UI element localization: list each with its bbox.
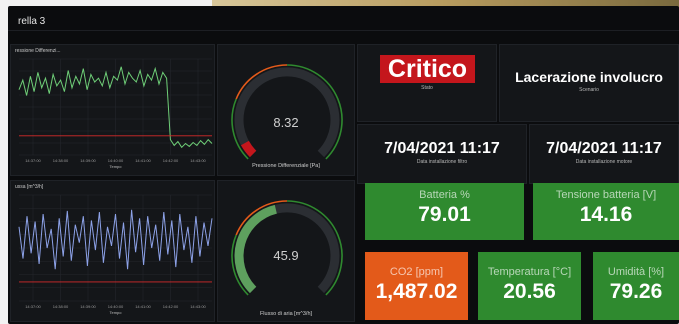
motor-install-date: 7/04/2021 11:17 [546,140,662,157]
motor-install-panel[interactable]: 7/04/2021 11:17 Data installazione motor… [529,124,679,184]
scenario-sub-label: Scenario [579,87,599,93]
battery-value: 79.01 [418,203,471,226]
scenario-value: Lacerazione involucro [515,69,663,85]
x-tick-label: 14:43:00 [190,158,206,163]
status-sub-label: Stato [421,85,433,91]
airflow-chart[interactable]: 14:37:00 14:38:00 14:39:00 14:40:00 14:41:00… [11,181,216,323]
co2-value: 1,487.02 [375,280,458,303]
dashboard-window: rella 3 ressione Differenzi... 14:37:00 1… [8,6,679,324]
x-tick-label: 14:40:00 [108,304,124,309]
battery-tile[interactable]: Batteria % 79.01 [365,183,524,240]
temperature-tile[interactable]: Temperatura [°C] 20.56 [478,252,581,320]
x-axis-title: Tempo [109,310,122,315]
airflow-gauge-panel[interactable]: 45.9 Flusso di aria [m^3/h] [217,180,355,322]
co2-label: CO2 [ppm] [389,266,444,278]
filter-install-sub-label: Data installazione filtro [416,159,468,165]
x-tick-label: 14:37:00 [25,158,41,163]
x-tick-label: 14:39:00 [80,304,96,309]
dashboard-title: rella 3 [18,16,46,27]
temperature-label: Temperatura [°C] [487,266,572,278]
humidity-value: 79.26 [609,280,663,303]
scenario-panel[interactable]: Lacerazione involucro Scenario [499,44,679,122]
gauge-value-arc [240,140,257,158]
x-tick-label: 14:41:00 [135,304,151,309]
temperature-value: 20.56 [503,280,556,303]
x-tick-label: 14:38:00 [53,304,69,309]
pressure-gauge-value: 8.32 [273,115,299,130]
motor-install-sub-label: Data installazione motore [575,159,633,165]
airflow-gauge-value: 45.9 [273,248,299,263]
battery-label: Batteria % [419,189,470,201]
voltage-value: 14.16 [579,203,633,226]
x-tick-label: 14:43:00 [190,304,206,309]
x-tick-label: 14:40:00 [108,158,124,163]
x-tick-label: 14:37:00 [25,304,41,309]
humidity-label: Umidità [%] [607,266,665,278]
status-badge: Critico [380,55,475,83]
x-axis-title: Tempo [109,164,122,169]
pressure-gauge-label: Pressione Differenziale [Pa] [252,163,320,169]
voltage-tile[interactable]: Tensione batteria [V] 14.16 [533,183,679,240]
header-divider [8,30,679,31]
x-tick-label: 14:42:00 [163,158,179,163]
x-tick-label: 14:41:00 [135,158,151,163]
airflow-gauge-label: Flusso di aria [m^3/h] [259,311,313,317]
pressure-chart-panel[interactable]: ressione Differenzi... 14:37:00 14:38:00 1… [10,44,215,176]
status-panel[interactable]: Critico Stato [357,44,497,122]
gauge-track [234,67,340,158]
x-tick-label: 14:39:00 [80,158,96,163]
airflow-chart-panel[interactable]: ussa [m^3/h] 14:37:00 14:38:00 14:39:00 14:… [10,180,215,322]
pressure-gauge [231,64,343,160]
pressure-gauge-panel[interactable]: 8.32 Pressione Differenziale [Pa] [217,44,355,176]
co2-tile[interactable]: CO2 [ppm] 1,487.02 [365,252,468,320]
filter-install-panel[interactable]: 7/04/2021 11:17 Data installazione filtr… [357,124,527,184]
voltage-label: Tensione batteria [V] [555,189,657,201]
humidity-tile[interactable]: Umidità [%] 79.26 [593,252,679,320]
x-tick-label: 14:38:00 [53,158,69,163]
x-tick-label: 14:42:00 [163,304,179,309]
filter-install-date: 7/04/2021 11:17 [384,140,500,157]
pressure-chart[interactable]: 14:37:00 14:38:00 14:39:00 14:40:00 14:41:00… [11,45,216,177]
